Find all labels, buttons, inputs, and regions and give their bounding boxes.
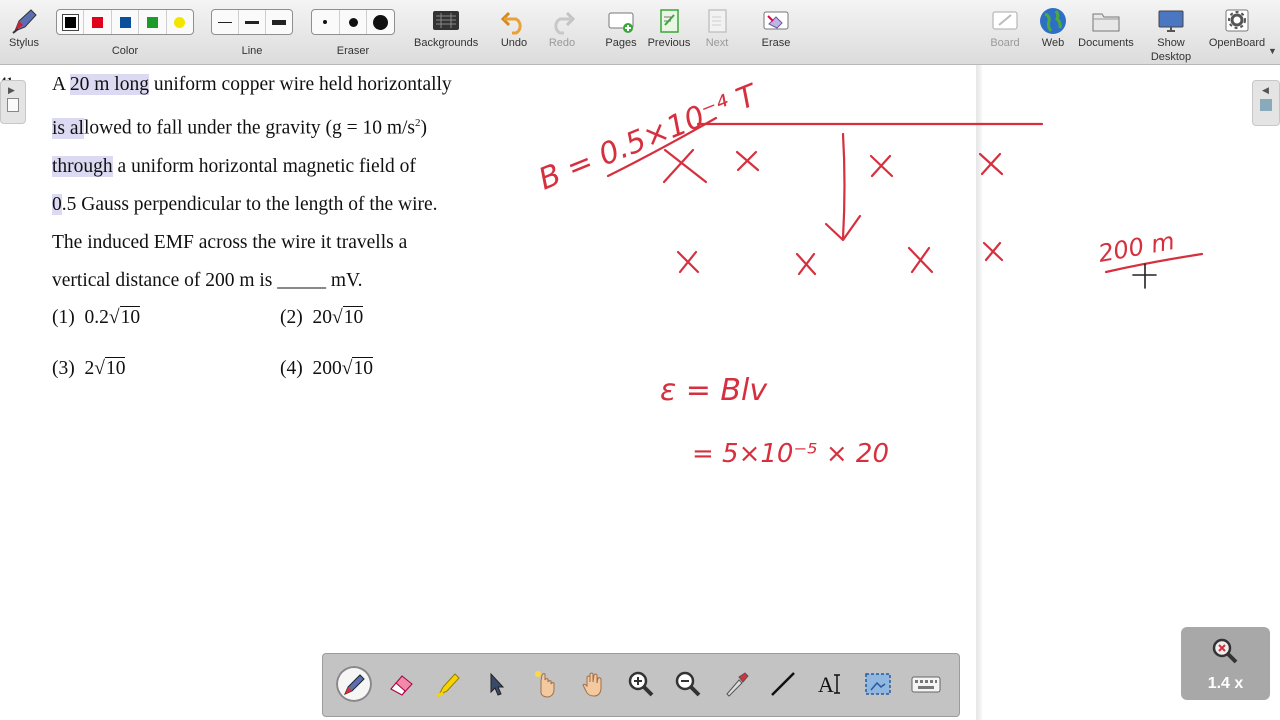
capture-tool-button[interactable] xyxy=(860,666,896,702)
zoom-in-icon xyxy=(628,671,654,697)
ink-arrow-shaft xyxy=(841,132,846,240)
keyboard-icon xyxy=(911,676,941,693)
zoom-level: 1.4 x xyxy=(1207,675,1244,692)
eraser-tool-button[interactable] xyxy=(383,666,419,702)
keyboard-button[interactable] xyxy=(908,666,944,702)
zoom-indicator[interactable]: 1.4 x xyxy=(1181,627,1270,700)
pen-tool-button[interactable] xyxy=(336,666,372,702)
hand-tool-button[interactable] xyxy=(575,666,611,702)
ink-height-label: 200 m xyxy=(1096,227,1177,268)
highlighter-tool-button[interactable] xyxy=(430,666,466,702)
ink-emf-calc: = 5×10⁻⁵ × 20 xyxy=(692,439,889,469)
ink-field-crosses xyxy=(662,148,1004,276)
hand-icon xyxy=(582,672,602,697)
select-tool-button[interactable] xyxy=(478,666,514,702)
pipette-icon xyxy=(726,672,749,697)
stylus-palette: A xyxy=(322,653,960,717)
zoom-out-button[interactable] xyxy=(670,666,706,702)
ink-emf-formula: ε = Blv xyxy=(660,373,768,408)
zoom-magnifier-icon xyxy=(1209,635,1241,672)
ink-b-field-label: B = 0.5×10⁻⁴ T xyxy=(534,77,764,197)
pipette-tool-button[interactable] xyxy=(718,666,754,702)
capture-icon xyxy=(865,673,891,695)
pen-icon xyxy=(344,674,365,695)
svg-text:A: A xyxy=(818,672,834,697)
crosshair-cursor-icon xyxy=(1132,263,1157,289)
highlighter-icon xyxy=(436,673,460,698)
text-icon: A xyxy=(818,672,840,697)
eraser-icon xyxy=(390,675,413,696)
line-icon xyxy=(771,672,795,696)
line-tool-button[interactable] xyxy=(765,666,801,702)
laser-pointer-icon xyxy=(535,671,555,698)
zoom-out-icon xyxy=(675,671,701,697)
laser-pointer-button[interactable] xyxy=(527,666,563,702)
pointer-icon xyxy=(490,672,505,696)
text-tool-button[interactable]: A xyxy=(813,666,849,702)
ink-layer: B = 0.5×10⁻⁴ T ε = Blv = 5×10⁻⁵ × 20 200… xyxy=(534,77,1204,469)
zoom-in-button[interactable] xyxy=(623,666,659,702)
